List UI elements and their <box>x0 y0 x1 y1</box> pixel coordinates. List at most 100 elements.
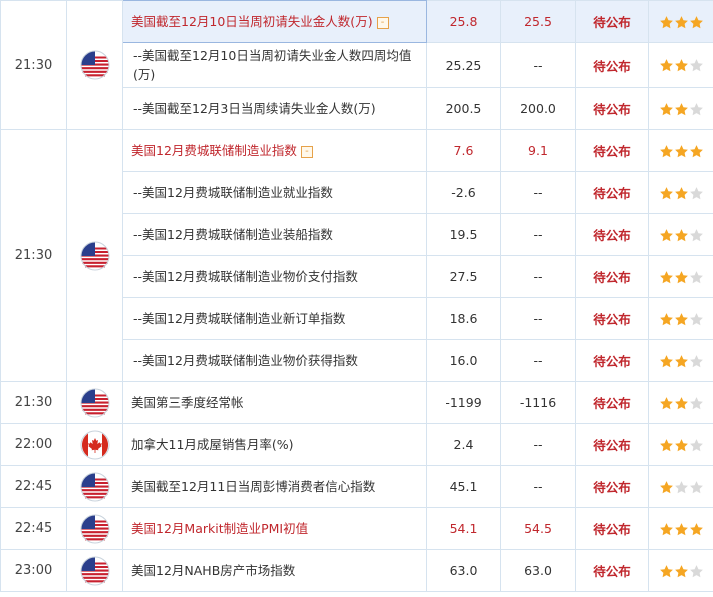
previous-value: 25.25 <box>426 42 501 88</box>
star-filled-icon <box>674 59 688 72</box>
forecast-value: 25.5 <box>500 0 576 43</box>
event-name-cell[interactable]: --美国截至12月10日当周初请失业金人数四周均值(万) <box>122 42 427 88</box>
star-empty-icon <box>689 186 703 199</box>
actual-value: 待公布 <box>575 129 649 172</box>
previous-value: 27.5 <box>426 255 501 298</box>
forecast-value: -- <box>500 465 576 508</box>
event-row[interactable]: 21:30 美国截至12月10日当周初请失业金人数(万) -25.8 25.5 待公布 <box>0 0 713 130</box>
previous-value: -1199 <box>426 381 501 424</box>
event-row[interactable]: 22:00 加拿大11月成屋销售月率(%) 2.4 -- 待公布 <box>0 423 713 466</box>
previous-value: 19.5 <box>426 213 501 256</box>
actual-value: 待公布 <box>575 87 649 130</box>
previous-value: 16.0 <box>426 339 501 382</box>
event-name-cell[interactable]: 加拿大11月成屋销售月率(%) <box>122 423 427 466</box>
event-row[interactable]: 21:30 美国12月费城联储制造业指数 -7.6 9.1 待公布 <box>0 129 713 382</box>
star-empty-icon <box>674 480 688 493</box>
event-name-cell[interactable]: --美国12月费城联储制造业就业指数 <box>122 171 427 214</box>
previous-value: 200.5 <box>426 87 501 130</box>
collapse-toggle-button[interactable]: - <box>376 16 389 29</box>
forecast-value: 63.0 <box>500 549 576 592</box>
event-name-cell[interactable]: --美国12月费城联储制造业物价获得指数 <box>122 339 427 382</box>
us-flag-icon <box>80 514 110 543</box>
event-row[interactable]: 22:45 美国截至12月11日当周彭博消费者信心指数 45.1 -- 待公布 <box>0 465 713 508</box>
collapse-toggle-button[interactable]: - <box>300 145 313 158</box>
event-row[interactable]: 21:30 美国第三季度经常帐 -1199 -1116 待公布 <box>0 381 713 424</box>
star-filled-icon <box>674 15 688 28</box>
star-filled-icon <box>659 102 673 115</box>
actual-value: 待公布 <box>575 549 649 592</box>
importance-rating <box>648 297 713 340</box>
event-time: 21:30 <box>0 381 67 424</box>
previous-value: -2.6 <box>426 171 501 214</box>
event-name-cell[interactable]: --美国截至12月3日当周续请失业金人数(万) <box>122 87 427 130</box>
event-name: 美国12月费城联储制造业指数 <box>131 143 297 158</box>
actual-value: 待公布 <box>575 381 649 424</box>
actual-value: 待公布 <box>575 42 649 88</box>
country-flag-cell <box>66 549 123 592</box>
actual-value: 待公布 <box>575 423 649 466</box>
actual-value: 待公布 <box>575 297 649 340</box>
importance-rating <box>648 465 713 508</box>
event-name: --美国12月费城联储制造业物价获得指数 <box>133 353 358 368</box>
star-empty-icon <box>689 564 703 577</box>
event-name: 美国第三季度经常帐 <box>131 395 244 410</box>
star-empty-icon <box>689 396 703 409</box>
star-filled-icon <box>674 186 688 199</box>
event-name-cell[interactable]: 美国12月Markit制造业PMI初值 <box>122 507 427 550</box>
star-filled-icon <box>659 438 673 451</box>
star-filled-icon <box>659 144 673 157</box>
us-flag-icon <box>80 50 110 80</box>
importance-rating <box>648 549 713 592</box>
actual-value: 待公布 <box>575 255 649 298</box>
event-time: 22:45 <box>0 465 67 508</box>
actual-value: 待公布 <box>575 339 649 382</box>
star-filled-icon <box>659 186 673 199</box>
star-filled-icon <box>674 102 688 115</box>
event-name-cell[interactable]: 美国第三季度经常帐 <box>122 381 427 424</box>
star-filled-icon <box>689 15 703 28</box>
actual-value: 待公布 <box>575 213 649 256</box>
star-filled-icon <box>674 312 688 325</box>
previous-value: 45.1 <box>426 465 501 508</box>
event-name-cell[interactable]: --美国12月费城联储制造业装船指数 <box>122 213 427 256</box>
importance-rating <box>648 507 713 550</box>
country-flag-cell <box>66 129 123 382</box>
star-filled-icon <box>674 228 688 241</box>
event-name: --美国截至12月3日当周续请失业金人数(万) <box>133 101 376 116</box>
importance-rating <box>648 381 713 424</box>
star-filled-icon <box>659 270 673 283</box>
star-empty-icon <box>689 228 703 241</box>
calendar-body: 21:30 美国截至12月10日当周初请失业金人数(万) -25.8 25.5 待公布… <box>0 0 713 592</box>
ca-flag-icon <box>80 430 110 459</box>
previous-value: 2.4 <box>426 423 501 466</box>
forecast-value: -- <box>500 339 576 382</box>
event-name-cell[interactable]: --美国12月费城联储制造业新订单指数 <box>122 297 427 340</box>
event-name-cell[interactable]: 美国12月NAHB房产市场指数 <box>122 549 427 592</box>
star-empty-icon <box>689 438 703 451</box>
event-row[interactable]: 23:00 美国12月NAHB房产市场指数 63.0 63.0 待公布 <box>0 549 713 592</box>
event-name-cell[interactable]: 美国12月费城联储制造业指数 - <box>122 129 427 172</box>
star-filled-icon <box>674 438 688 451</box>
us-flag-icon <box>80 388 110 417</box>
event-name-cell[interactable]: 美国截至12月10日当周初请失业金人数(万) - <box>122 0 427 43</box>
forecast-value: -1116 <box>500 381 576 424</box>
event-name-cell[interactable]: --美国12月费城联储制造业物价支付指数 <box>122 255 427 298</box>
star-filled-icon <box>659 396 673 409</box>
forecast-value: -- <box>500 255 576 298</box>
event-row[interactable]: 22:45 美国12月Markit制造业PMI初值 54.1 54.5 待公布 <box>0 507 713 550</box>
importance-rating <box>648 255 713 298</box>
star-empty-icon <box>689 102 703 115</box>
star-filled-icon <box>659 312 673 325</box>
star-empty-icon <box>689 59 703 72</box>
previous-value: 7.6 <box>426 129 501 172</box>
event-name: --美国12月费城联储制造业新订单指数 <box>133 311 346 326</box>
previous-value: 25.8 <box>426 0 501 43</box>
star-filled-icon <box>674 522 688 535</box>
event-time: 23:00 <box>0 549 67 592</box>
event-name: 加拿大11月成屋销售月率(%) <box>131 437 294 452</box>
star-filled-icon <box>674 396 688 409</box>
event-name-cell[interactable]: 美国截至12月11日当周彭博消费者信心指数 <box>122 465 427 508</box>
us-flag-icon <box>80 472 110 501</box>
actual-value: 待公布 <box>575 507 649 550</box>
importance-rating <box>648 87 713 130</box>
